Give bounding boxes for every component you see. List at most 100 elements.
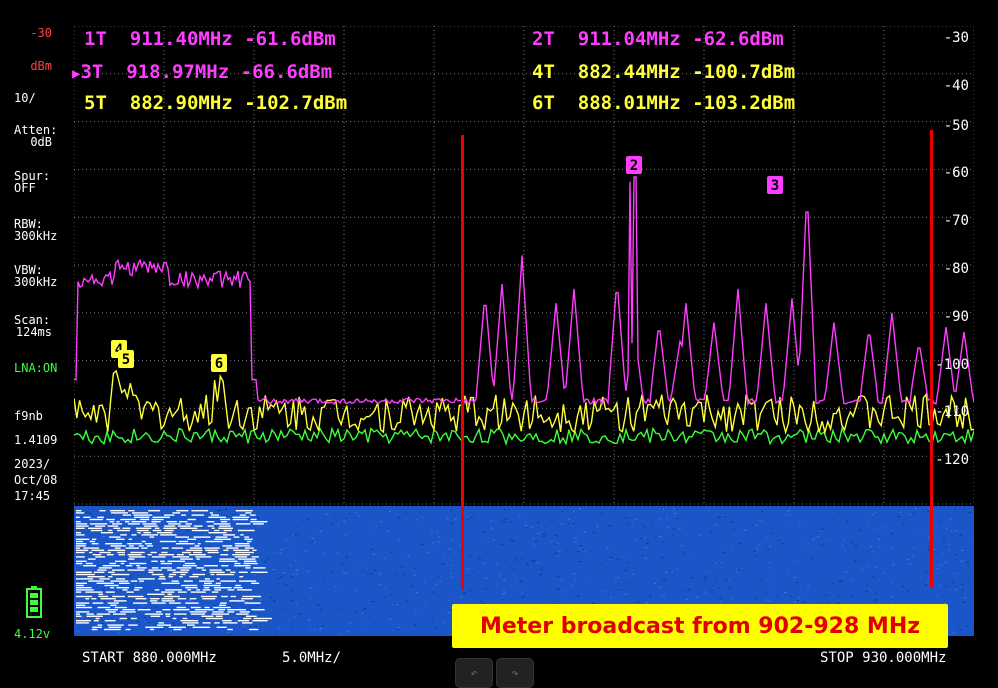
waterfall-speckle xyxy=(502,590,506,592)
waterfall-signal xyxy=(165,589,182,591)
waterfall-signal xyxy=(116,521,120,523)
waterfall-speckle xyxy=(844,571,848,573)
waterfall-signal xyxy=(160,560,165,562)
waterfall-speckle xyxy=(334,586,337,588)
waterfall-signal xyxy=(99,578,110,580)
waterfall-speckle xyxy=(397,517,401,519)
waterfall-speckle xyxy=(953,631,955,633)
waterfall-speckle xyxy=(927,582,929,584)
waterfall-speckle xyxy=(802,601,805,603)
waterfall-signal xyxy=(125,547,140,549)
waterfall-speckle xyxy=(955,508,957,510)
waterfall-signal xyxy=(137,532,141,534)
band-end-line xyxy=(930,130,933,588)
waterfall-signal xyxy=(244,602,261,604)
waterfall-speckle xyxy=(129,575,133,577)
waterfall-signal xyxy=(76,510,82,512)
waterfall-signal xyxy=(172,556,190,558)
waterfall-signal xyxy=(76,562,83,565)
waterfall-speckle xyxy=(383,557,386,559)
waterfall-speckle xyxy=(902,524,905,526)
waterfall-speckle xyxy=(276,578,280,580)
waterfall-speckle xyxy=(589,579,591,581)
waterfall-signal xyxy=(235,551,254,554)
waterfall-speckle xyxy=(685,599,689,601)
waterfall-speckle xyxy=(336,552,339,554)
waterfall-speckle xyxy=(756,548,759,550)
waterfall-signal xyxy=(189,547,203,549)
waterfall-speckle xyxy=(309,626,312,628)
waterfall-speckle xyxy=(112,594,116,596)
waterfall-signal xyxy=(172,571,188,573)
waterfall-signal xyxy=(205,540,223,543)
scale-per-div: 10/ xyxy=(14,91,36,105)
waterfall-signal xyxy=(245,512,252,514)
waterfall-speckle xyxy=(562,591,565,593)
waterfall-speckle xyxy=(342,571,345,573)
waterfall-speckle xyxy=(761,511,764,513)
waterfall-speckle xyxy=(470,517,474,519)
waterfall-speckle xyxy=(505,575,507,577)
waterfall-speckle xyxy=(362,570,364,572)
waterfall-signal xyxy=(142,523,157,525)
waterfall-signal xyxy=(194,545,200,547)
waterfall-signal xyxy=(161,598,174,600)
waterfall-speckle xyxy=(582,548,584,550)
waterfall-signal xyxy=(234,556,248,558)
waterfall-signal xyxy=(109,521,115,523)
waterfall-speckle xyxy=(661,557,664,559)
waterfall-speckle xyxy=(90,531,93,533)
waterfall-signal xyxy=(239,514,246,516)
waterfall-speckle xyxy=(657,586,661,588)
waterfall-speckle xyxy=(521,592,524,594)
waterfall-signal xyxy=(250,571,268,573)
waterfall-speckle xyxy=(97,564,100,566)
waterfall-signal xyxy=(136,529,149,532)
waterfall-speckle xyxy=(579,545,582,547)
waterfall-speckle xyxy=(454,551,457,553)
waterfall-signal xyxy=(154,527,160,529)
undo-button[interactable]: ↶ xyxy=(455,658,493,688)
waterfall-speckle xyxy=(419,511,421,513)
waterfall-signal xyxy=(165,613,171,615)
waterfall-signal xyxy=(76,602,90,604)
waterfall-signal xyxy=(164,529,174,532)
waterfall-speckle xyxy=(125,540,128,542)
waterfall-signal xyxy=(85,598,90,600)
y-axis-label: -70 xyxy=(943,213,969,230)
waterfall-signal xyxy=(232,518,249,521)
waterfall-speckle xyxy=(654,535,657,537)
waterfall-speckle xyxy=(311,537,315,539)
y-axis-label: -30 xyxy=(943,30,969,46)
waterfall-speckle xyxy=(765,537,768,539)
waterfall-speckle xyxy=(252,606,254,608)
waterfall-speckle xyxy=(625,517,628,519)
waterfall-speckle xyxy=(768,600,772,602)
waterfall-speckle xyxy=(960,584,964,586)
waterfall-speckle xyxy=(960,560,964,562)
waterfall-signal xyxy=(135,598,147,600)
waterfall-speckle xyxy=(664,571,668,573)
waterfall-signal xyxy=(180,558,194,560)
waterfall-speckle xyxy=(936,596,939,598)
waterfall-speckle xyxy=(790,600,792,602)
waterfall-speckle xyxy=(296,573,298,575)
waterfall-speckle xyxy=(266,527,268,529)
waterfall-speckle xyxy=(866,524,868,526)
waterfall-signal xyxy=(221,595,228,598)
waterfall-speckle xyxy=(398,539,400,541)
spectrum-display[interactable]: 2345 6 xyxy=(74,26,974,638)
waterfall-speckle xyxy=(138,535,140,537)
redo-button[interactable]: ↷ xyxy=(496,658,534,688)
waterfall-speckle xyxy=(309,587,313,589)
waterfall-speckle xyxy=(319,530,322,532)
waterfall-speckle xyxy=(188,599,192,601)
waterfall-speckle xyxy=(437,541,440,543)
waterfall-signal xyxy=(191,510,209,512)
waterfall-speckle xyxy=(334,516,336,518)
waterfall-signal xyxy=(233,549,250,551)
waterfall-signal xyxy=(173,609,190,611)
waterfall-speckle xyxy=(284,547,286,549)
waterfall-speckle xyxy=(715,563,718,565)
waterfall-speckle xyxy=(521,557,524,559)
